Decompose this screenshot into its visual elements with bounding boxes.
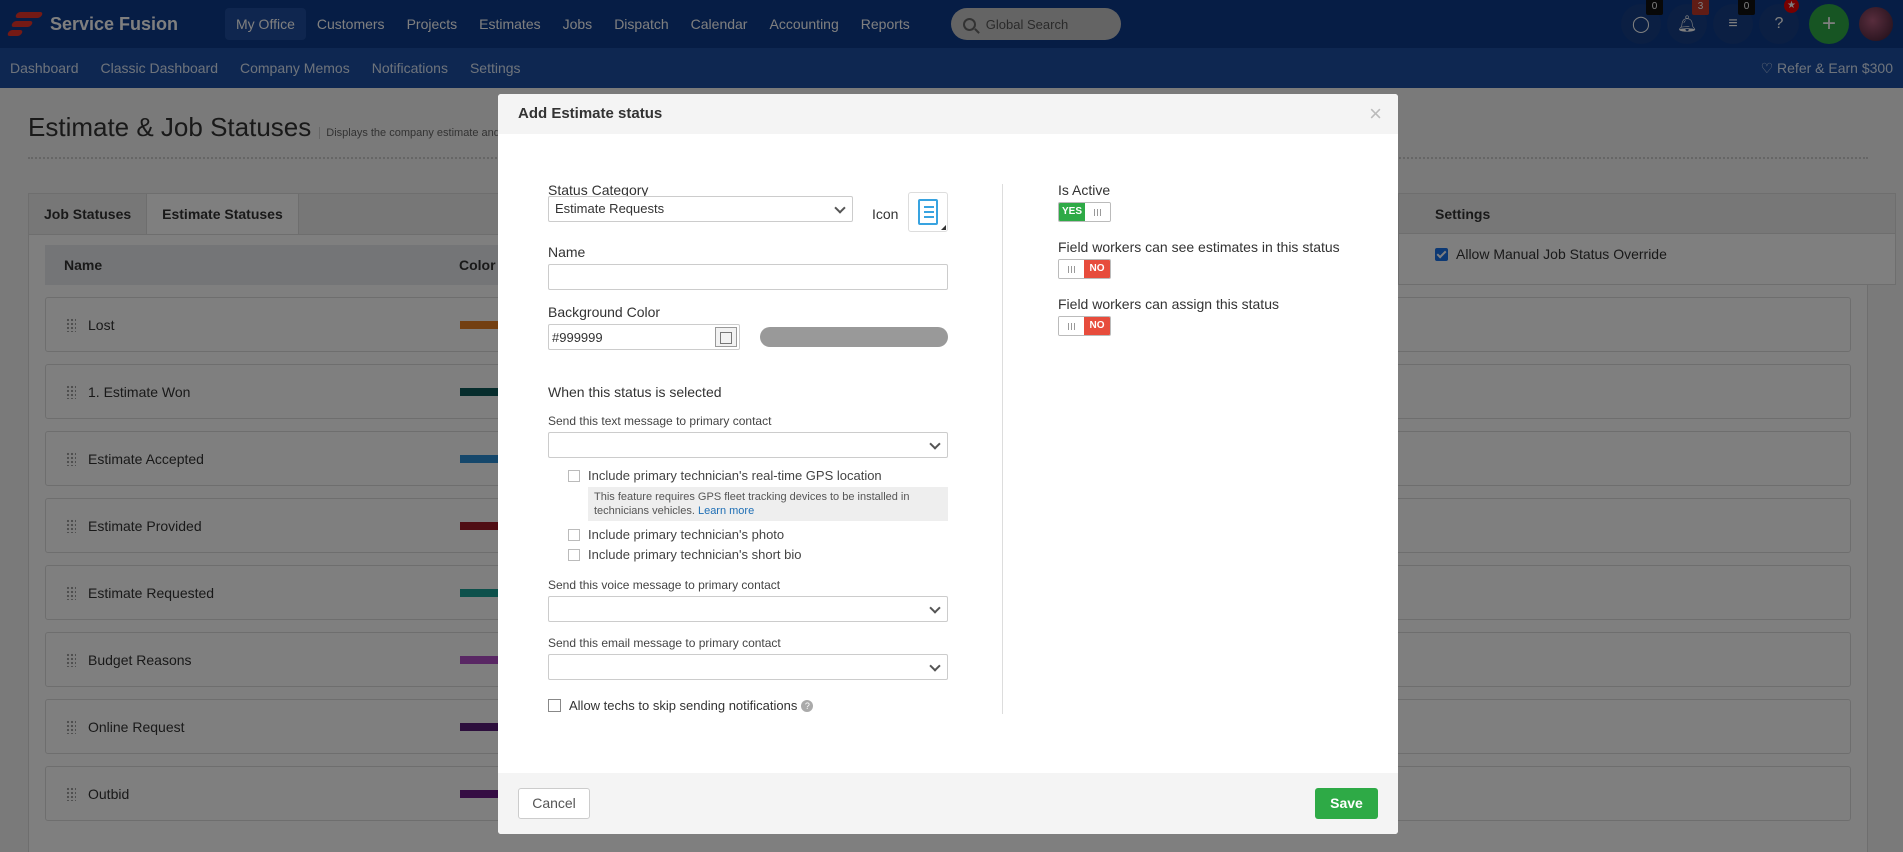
left-column: Status Category Estimate Requests Icon N… [548,182,948,713]
modal-title: Add Estimate status [518,105,663,122]
add-estimate-status-modal: Add Estimate status × Status Category Es… [498,94,1398,834]
column-divider [1002,184,1003,714]
background-color-value: #999999 [552,329,603,345]
skip-notifications-option[interactable]: Allow techs to skip sending notification… [548,698,948,713]
bio-checkbox[interactable] [568,548,580,561]
learn-more-link[interactable]: Learn more [698,505,754,517]
modal-footer: Cancel Save [498,773,1398,834]
toggle-knob-icon [1059,317,1085,335]
icon-label: Icon [872,206,899,222]
email-message-select[interactable] [548,654,948,680]
bio-label: Include primary technician's short bio [588,547,802,562]
voice-message-select[interactable] [548,596,948,622]
email-message-label: Send this email message to primary conta… [548,636,781,650]
fw-see-label: Field workers can see estimates in this … [1058,239,1340,255]
text-message-select[interactable] [548,432,948,458]
chevron-down-icon [929,660,941,672]
fw-see-toggle[interactable]: NO [1058,259,1111,279]
color-preview [760,327,948,347]
modal-header: Add Estimate status × [498,94,1398,134]
photo-option[interactable]: Include primary technician's photo [568,527,948,542]
toggle-no: NO [1084,317,1110,335]
chevron-down-icon [929,438,941,450]
document-list-icon [918,199,938,225]
status-icon-picker[interactable] [908,192,948,232]
status-category-select[interactable]: Estimate Requests [548,196,853,222]
color-picker-icon[interactable] [715,327,737,347]
gps-checkbox[interactable] [568,469,580,482]
photo-checkbox[interactable] [568,528,580,541]
photo-label: Include primary technician's photo [588,527,785,542]
name-input[interactable] [548,264,948,290]
fw-assign-toggle[interactable]: NO [1058,316,1111,336]
gps-option[interactable]: Include primary technician's real-time G… [568,468,948,483]
skip-notifications-label: Allow techs to skip sending notification… [569,698,798,713]
skip-notifications-checkbox[interactable] [548,699,561,712]
modal-body: Status Category Estimate Requests Icon N… [498,134,1398,767]
toggle-knob-icon [1084,203,1110,221]
background-color-input[interactable]: #999999 [548,324,740,350]
is-active-toggle[interactable]: YES [1058,202,1111,222]
background-color-label: Background Color [548,304,661,320]
save-button[interactable]: Save [1315,788,1378,819]
status-category-value: Estimate Requests [555,201,665,216]
close-icon[interactable]: × [1369,94,1382,134]
voice-message-label: Send this voice message to primary conta… [548,578,781,592]
right-column: Is Active YES Field workers can see esti… [1058,182,1378,336]
bio-option[interactable]: Include primary technician's short bio [568,547,948,562]
name-label: Name [548,244,586,260]
text-message-label: Send this text message to primary contac… [548,414,772,428]
help-icon[interactable]: ? [801,699,814,712]
chevron-down-icon [929,602,941,614]
toggle-yes: YES [1059,203,1085,221]
dropdown-corner-icon [941,225,946,230]
toggle-knob-icon [1059,260,1085,278]
when-selected-heading: When this status is selected [548,384,722,400]
cancel-button[interactable]: Cancel [518,788,590,819]
chevron-down-icon [834,202,846,214]
fw-assign-label: Field workers can assign this status [1058,296,1279,312]
gps-note: This feature requires GPS fleet tracking… [588,487,948,521]
toggle-no: NO [1084,260,1110,278]
is-active-label: Is Active [1058,182,1111,198]
gps-label: Include primary technician's real-time G… [588,468,882,483]
